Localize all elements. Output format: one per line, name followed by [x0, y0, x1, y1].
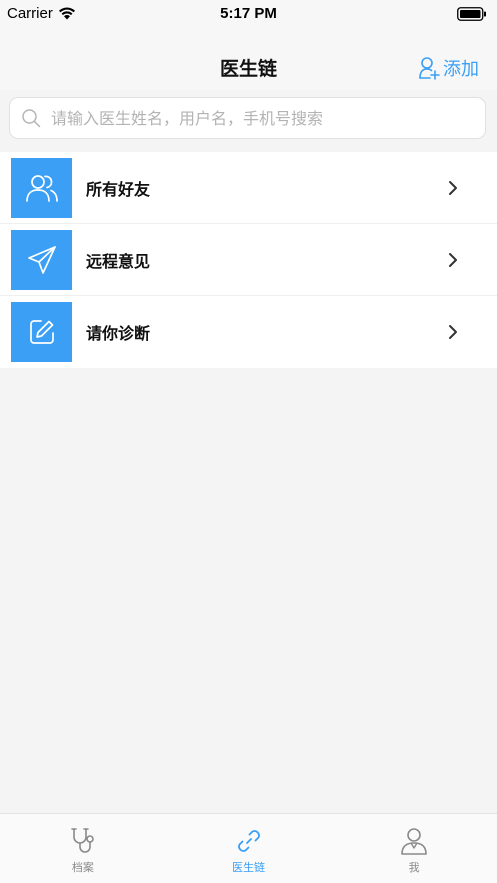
tab-label: 我	[408, 861, 420, 874]
tab-bar: 档案 医生链 我	[0, 813, 497, 883]
add-button[interactable]: 添加	[419, 55, 479, 81]
add-user-icon	[419, 57, 440, 80]
tab-label: 医生链	[232, 861, 265, 874]
menu-item-remote-opinion[interactable]: 远程意见	[0, 224, 497, 296]
user-icon	[401, 828, 427, 855]
menu-icon-box	[11, 302, 72, 362]
menu-list: 所有好友 远程意见 请你诊断	[0, 152, 497, 368]
menu-item-all-friends[interactable]: 所有好友	[0, 152, 497, 224]
menu-item-label: 所有好友	[86, 179, 151, 199]
tab-label: 档案	[71, 861, 94, 874]
edit-icon	[29, 320, 54, 344]
menu-icon-box	[11, 229, 72, 290]
link-icon	[237, 830, 260, 852]
navigation-bar: 医生链 添加	[0, 30, 497, 90]
menu-item-label: 请你诊断	[86, 324, 151, 343]
search-icon	[22, 109, 41, 128]
status-time: 5:17 PM	[220, 5, 277, 22]
paper-plane-icon	[27, 245, 56, 274]
add-button-label: 添加	[443, 59, 479, 80]
users-icon	[25, 174, 58, 202]
tab-me[interactable]: 我	[331, 814, 497, 883]
search-bar	[9, 97, 486, 139]
stethoscope-icon	[71, 828, 94, 853]
tab-records[interactable]: 档案	[0, 814, 166, 883]
tab-doctor-chain[interactable]: 医生链	[166, 814, 332, 883]
chevron-right-icon	[449, 253, 457, 267]
chevron-right-icon	[449, 181, 457, 195]
menu-icon-box	[11, 157, 72, 218]
search-input[interactable]	[49, 107, 485, 129]
menu-item-label: 远程意见	[86, 251, 151, 271]
status-bar: Carrier 5:17 PM	[0, 0, 497, 30]
battery-icon	[457, 7, 486, 21]
menu-item-request-diagnosis[interactable]: 请你诊断	[0, 296, 497, 368]
chevron-right-icon	[449, 325, 457, 339]
